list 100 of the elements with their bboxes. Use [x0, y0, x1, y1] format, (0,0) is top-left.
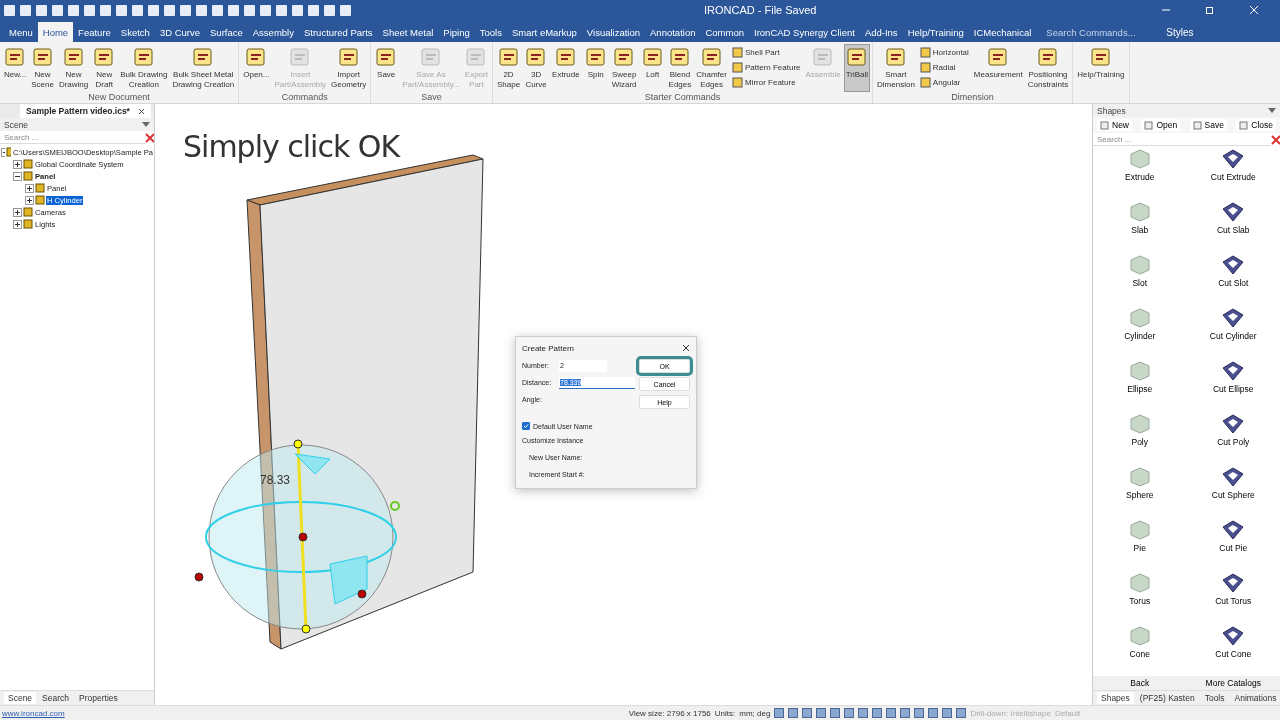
view-tool-icon[interactable] [802, 708, 813, 718]
ribbon-button[interactable]: Open... [241, 44, 272, 92]
ribbon-button[interactable]: 2D Shape [494, 44, 523, 92]
ribbon-button[interactable]: Help/Training [1075, 44, 1127, 92]
panel-tab[interactable]: Search [38, 692, 74, 704]
shape-item[interactable]: Cut Pie [1186, 519, 1280, 572]
ribbon-tab[interactable]: 3D Curve [154, 22, 206, 42]
ribbon-command[interactable]: Radial [917, 60, 971, 74]
shape-item[interactable]: Slab [1093, 201, 1187, 254]
view-tool-icon[interactable] [942, 708, 953, 718]
toolbar-icon[interactable] [68, 4, 79, 16]
expand-icon[interactable] [13, 219, 22, 229]
panel-tab[interactable]: Tools [1200, 692, 1229, 704]
ribbon-tab[interactable]: Common [700, 22, 749, 42]
ribbon-tab[interactable]: Annotation [645, 22, 701, 42]
shape-item[interactable]: Cut Slot [1186, 254, 1280, 307]
view-tool-icon[interactable] [816, 708, 827, 718]
view-tool-icon[interactable] [774, 708, 785, 718]
toolbar-icon[interactable] [260, 4, 271, 16]
ribbon-button[interactable]: Measurement [971, 44, 1025, 92]
shape-item[interactable]: Cut Sphere [1186, 466, 1280, 519]
expand-icon[interactable] [25, 183, 34, 193]
ribbon-button[interactable]: Save [373, 44, 400, 92]
shape-item[interactable]: Cut Poly [1186, 413, 1280, 466]
ribbon-button[interactable]: Import Geometry [329, 44, 369, 92]
ribbon-button[interactable]: Chamfer Edges [694, 44, 729, 92]
ribbon-command[interactable]: Angular [917, 75, 971, 89]
expand-icon[interactable] [13, 159, 22, 169]
styles-menu[interactable]: Styles [1162, 27, 1198, 42]
view-tool-icon[interactable] [858, 708, 869, 718]
ribbon-command[interactable]: Horizontal [917, 45, 971, 59]
ribbon-button[interactable]: Loft [639, 44, 666, 92]
ribbon-tab[interactable]: Add-Ins [859, 22, 903, 42]
view-tool-icon[interactable] [928, 708, 939, 718]
shape-item[interactable]: Cut Slab [1186, 201, 1280, 254]
shape-item[interactable]: Slot [1093, 254, 1187, 307]
ribbon-tab[interactable]: Home [37, 22, 74, 42]
view-tool-icon[interactable] [872, 708, 883, 718]
view-tool-icon[interactable] [914, 708, 925, 718]
shape-item[interactable]: Pie [1093, 519, 1187, 572]
ribbon-button[interactable]: Positioning Constraints [1025, 44, 1071, 92]
toolbar-icon[interactable] [20, 4, 31, 16]
ribbon-tab[interactable]: Piping [438, 22, 475, 42]
panel-tab[interactable]: Animations [1230, 692, 1280, 704]
toolbar-icon[interactable] [244, 4, 255, 16]
close-icon[interactable] [137, 107, 145, 115]
collapse-icon[interactable] [13, 171, 22, 181]
ribbon-button[interactable]: Spin [582, 44, 609, 92]
view-tool-icon[interactable] [844, 708, 855, 718]
toolbar-icon[interactable] [164, 4, 175, 16]
shape-item[interactable]: Cut Extrude [1186, 148, 1280, 201]
toolbar-icon[interactable] [52, 4, 63, 16]
view-tool-icon[interactable] [956, 708, 967, 718]
ribbon-button[interactable]: New Draft [91, 44, 118, 92]
panel-tab[interactable]: (PF25) Kasten [1135, 692, 1199, 704]
ribbon-tab[interactable]: Structured Parts [298, 22, 378, 42]
shape-item[interactable]: Extrude [1093, 148, 1187, 201]
ribbon-command[interactable]: Shell Part [729, 45, 803, 59]
dropdown-icon[interactable] [1268, 107, 1276, 114]
document-tab[interactable]: Sample Pattern video.ics* [20, 104, 151, 118]
toolbar-button[interactable]: Close [1236, 119, 1276, 131]
toolbar-icon[interactable] [308, 4, 319, 16]
ribbon-tab[interactable]: Help/Training [902, 22, 969, 42]
panel-tab[interactable]: Scene [4, 692, 37, 704]
ribbon-tab[interactable]: ICMechanical [968, 22, 1037, 42]
ribbon-tab[interactable]: Sheet Metal [377, 22, 439, 42]
expand-icon[interactable] [13, 207, 22, 217]
ribbon-button[interactable]: New Scene [29, 44, 56, 92]
ribbon-tab[interactable]: Visualization [581, 22, 646, 42]
view-tool-icon[interactable] [886, 708, 897, 718]
toolbar-icon[interactable] [84, 4, 95, 16]
view-tool-icon[interactable] [830, 708, 841, 718]
toolbar-icon[interactable] [276, 4, 287, 16]
toolbar-button[interactable]: New [1097, 119, 1132, 131]
toolbar-icon[interactable] [324, 4, 335, 16]
ribbon-button[interactable]: Sweep Wizard [609, 44, 639, 92]
ribbon-tab[interactable]: Smart eMarkup [506, 22, 582, 42]
toolbar-icon[interactable] [180, 4, 191, 16]
toolbar-icon[interactable] [36, 4, 47, 16]
toolbar-icon[interactable] [116, 4, 127, 16]
ribbon-command[interactable]: Mirror Feature [729, 75, 803, 89]
ribbon-tab[interactable]: Surface [205, 22, 248, 42]
ribbon-command[interactable]: Pattern Feature [729, 60, 803, 74]
ribbon-button[interactable]: Bulk Sheet Metal Drawing Creation [170, 44, 237, 92]
toolbar-button[interactable]: Save [1189, 119, 1227, 131]
ribbon-button[interactable]: TriBall [843, 44, 871, 92]
ribbon-tab[interactable]: Assembly [247, 22, 299, 42]
panel-tab[interactable]: Shapes [1097, 692, 1134, 704]
shape-item[interactable]: Cut Cylinder [1186, 307, 1280, 360]
restore-icon[interactable] [1205, 5, 1215, 15]
ribbon-tab[interactable]: Tools [474, 22, 507, 42]
shape-item[interactable]: Cone [1093, 625, 1187, 676]
view-tool-icon[interactable] [900, 708, 911, 718]
toolbar-icon[interactable] [4, 4, 15, 16]
ribbon-button[interactable]: Extrude [550, 44, 582, 92]
ribbon-button[interactable]: New... [2, 44, 29, 92]
ribbon-tab[interactable]: Sketch [115, 22, 155, 42]
shape-item[interactable]: Cut Torus [1186, 572, 1280, 625]
toolbar-icon[interactable] [292, 4, 303, 16]
clear-icon[interactable] [144, 132, 154, 143]
